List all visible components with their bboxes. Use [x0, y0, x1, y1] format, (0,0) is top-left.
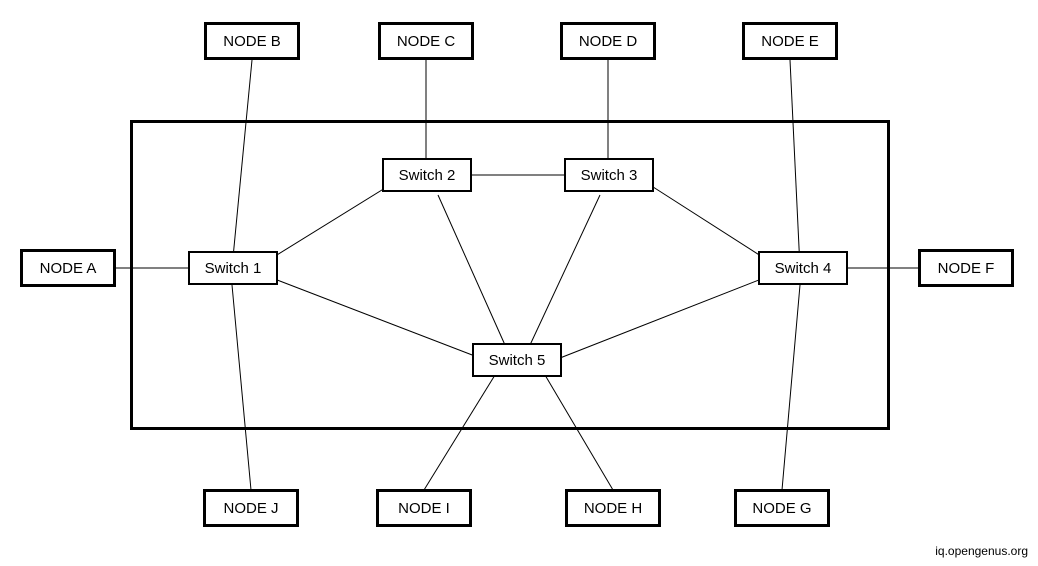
node-label: NODE G [752, 500, 811, 517]
switch-label: Switch 1 [205, 260, 262, 277]
switch-label: Switch 5 [489, 352, 546, 369]
switch-5: Switch 5 [472, 343, 562, 377]
node-label: NODE A [40, 260, 97, 277]
node-label: NODE E [761, 33, 819, 50]
node-e: NODE E [742, 22, 838, 60]
node-label: NODE B [223, 33, 281, 50]
node-label: NODE J [223, 500, 278, 517]
switch-label: Switch 4 [775, 260, 832, 277]
switch-3: Switch 3 [564, 158, 654, 192]
node-label: NODE D [579, 33, 637, 50]
node-f: NODE F [918, 249, 1014, 287]
switch-2: Switch 2 [382, 158, 472, 192]
node-b: NODE B [204, 22, 300, 60]
node-g: NODE G [734, 489, 830, 527]
node-label: NODE C [397, 33, 455, 50]
node-a: NODE A [20, 249, 116, 287]
node-d: NODE D [560, 22, 656, 60]
node-label: NODE H [584, 500, 642, 517]
switch-label: Switch 3 [581, 167, 638, 184]
node-j: NODE J [203, 489, 299, 527]
node-i: NODE I [376, 489, 472, 527]
node-label: NODE I [398, 500, 450, 517]
switch-label: Switch 2 [399, 167, 456, 184]
switch-1: Switch 1 [188, 251, 278, 285]
node-h: NODE H [565, 489, 661, 527]
switch-4: Switch 4 [758, 251, 848, 285]
node-label: NODE F [938, 260, 995, 277]
diagram-edges [0, 0, 1038, 566]
node-c: NODE C [378, 22, 474, 60]
